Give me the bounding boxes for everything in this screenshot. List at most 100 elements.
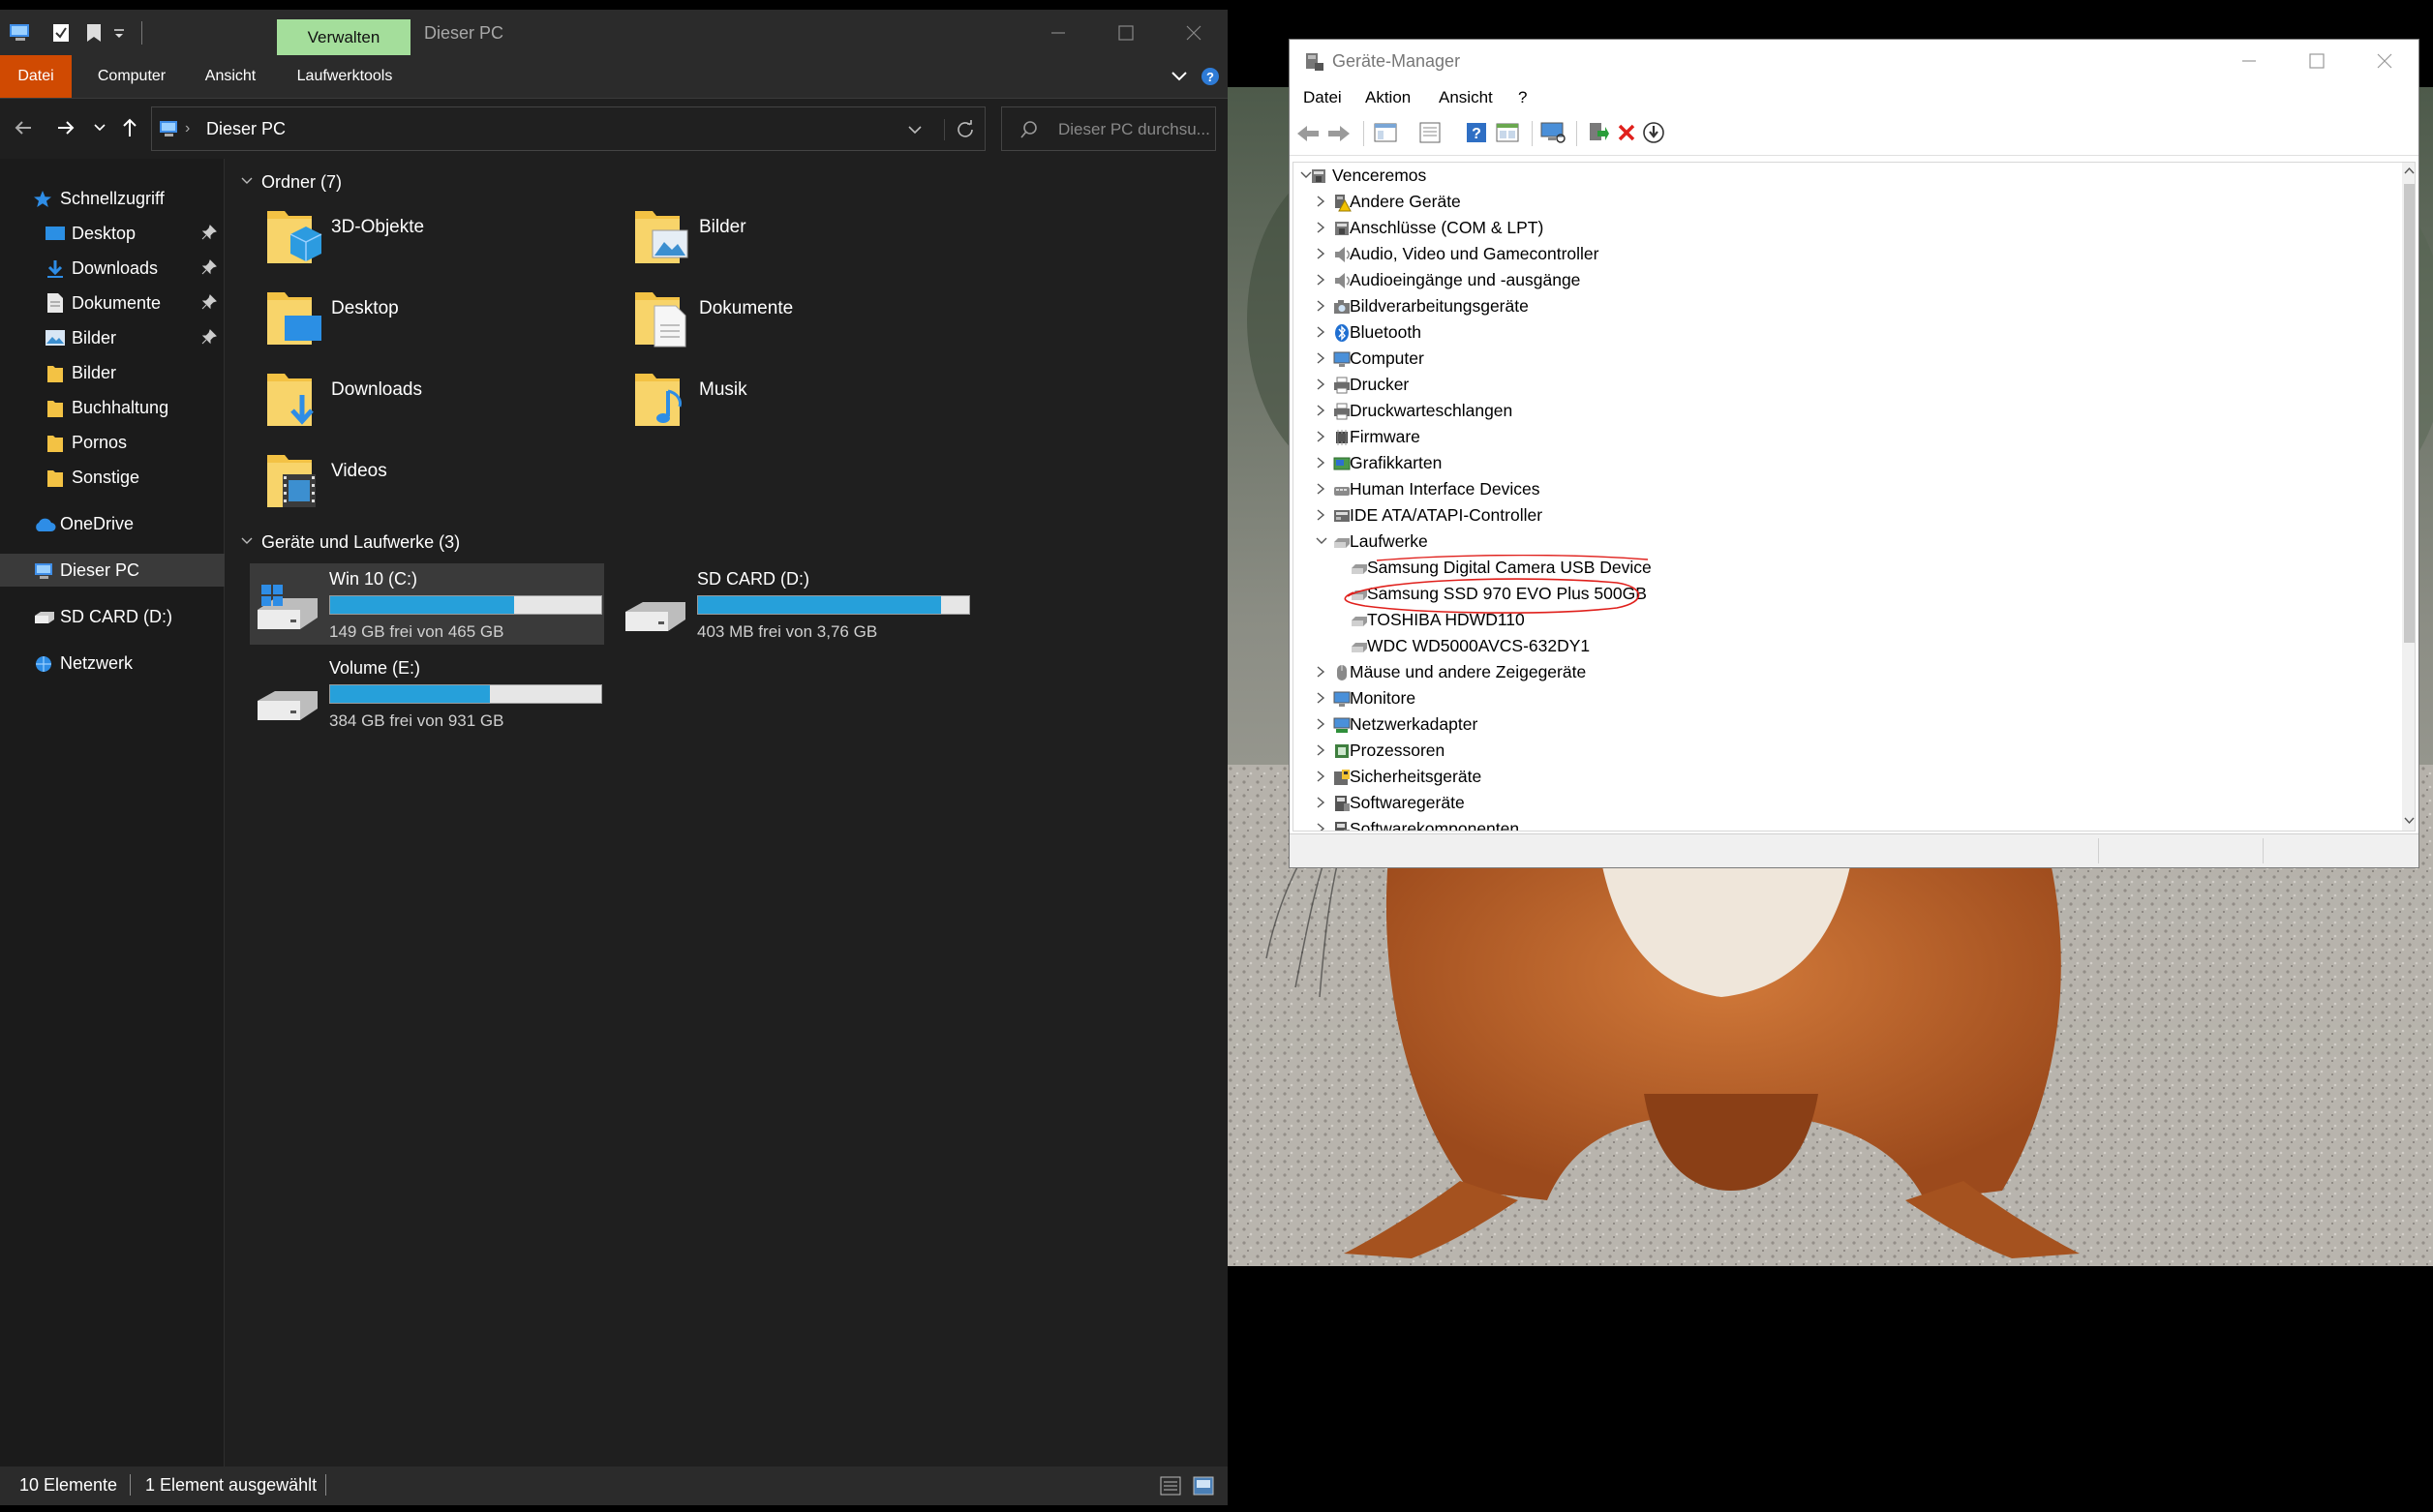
minimize-icon[interactable] <box>2238 51 2260 71</box>
close-icon[interactable] <box>2374 51 2395 71</box>
tree-category-prozessoren[interactable]: Prozessoren <box>1293 738 2397 764</box>
chevron-right-icon[interactable] <box>1315 796 1326 809</box>
back-icon[interactable] <box>1295 123 1321 144</box>
tiles-view-icon[interactable] <box>1193 1476 1214 1496</box>
folder-bilder[interactable]: Bilder <box>631 205 980 283</box>
menu-datei[interactable]: Datei <box>0 55 72 98</box>
menu-aktion[interactable]: Aktion <box>1365 88 1411 107</box>
nav-item-downloads[interactable]: Downloads <box>45 252 219 285</box>
chevron-right-icon[interactable] <box>1315 351 1326 365</box>
tree-category-audio-video-und-gamecontroller[interactable]: Audio, Video und Gamecontroller <box>1293 241 2397 267</box>
drive-win10-c[interactable]: Win 10 (C:) 149 GB frei von 465 GB <box>250 563 604 645</box>
forward-icon[interactable] <box>54 118 77 137</box>
folder-downloads[interactable]: Downloads <box>263 368 612 445</box>
customize-quick-access-icon[interactable] <box>112 27 126 41</box>
chevron-right-icon[interactable] <box>1315 822 1326 831</box>
menu-help[interactable]: ? <box>1518 88 1527 107</box>
folder-videos[interactable]: Videos <box>263 449 612 527</box>
close-icon[interactable] <box>1183 23 1204 43</box>
tree-category-softwaregerate[interactable]: Softwaregeräte <box>1293 790 2397 816</box>
tree-category-bildverarbeitungsgerate[interactable]: Bildverarbeitungsgeräte <box>1293 293 2397 319</box>
back-icon[interactable] <box>12 118 35 137</box>
tree-category-laufwerke[interactable]: Laufwerke <box>1293 529 2397 555</box>
vertical-scrollbar[interactable] <box>2402 163 2415 831</box>
tree-category-bluetooth[interactable]: Bluetooth <box>1293 319 2397 346</box>
nav-item-desktop[interactable]: Desktop <box>45 217 219 250</box>
drive-volume-e[interactable]: Volume (E:) 384 GB frei von 931 GB <box>250 652 604 734</box>
show-hide-console-tree-icon[interactable] <box>1373 121 1398 144</box>
update-driver-icon[interactable] <box>1586 121 1609 144</box>
chevron-right-icon[interactable] <box>1315 247 1326 260</box>
pin-icon[interactable] <box>201 294 217 310</box>
nav-item-bilder[interactable]: Bilder <box>45 356 219 389</box>
details-view-icon[interactable] <box>1160 1476 1181 1496</box>
tree-category-ide-ata-atapi-controller[interactable]: IDE ATA/ATAPI-Controller <box>1293 502 2397 529</box>
chevron-right-icon[interactable] <box>1315 456 1326 469</box>
view-resources-icon[interactable] <box>1495 121 1520 144</box>
chevron-right-icon[interactable] <box>1315 743 1326 757</box>
drive-sd-card-d[interactable]: SD CARD (D:) 403 MB frei von 3,76 GB <box>618 563 972 645</box>
tree-category-andere-gerate[interactable]: Andere Geräte <box>1293 189 2397 215</box>
tree-category-grafikkarten[interactable]: Grafikkarten <box>1293 450 2397 476</box>
chevron-right-icon[interactable] <box>1315 665 1326 679</box>
chevron-right-icon[interactable] <box>1315 221 1326 234</box>
refresh-icon[interactable] <box>956 119 975 138</box>
maximize-icon[interactable] <box>2306 51 2327 71</box>
recent-locations-icon[interactable] <box>93 122 106 134</box>
chevron-right-icon[interactable] <box>1315 717 1326 731</box>
menu-ansicht[interactable]: Ansicht <box>192 55 269 98</box>
nav-item-dokumente[interactable]: Dokumente <box>45 287 219 319</box>
chevron-right-icon[interactable] <box>1315 770 1326 783</box>
menu-computer[interactable]: Computer <box>85 55 178 98</box>
tree-category-sicherheitsgerate[interactable]: Sicherheitsgeräte <box>1293 764 2397 790</box>
tree-category-computer[interactable]: Computer <box>1293 346 2397 372</box>
tree-category-drucker[interactable]: Drucker <box>1293 372 2397 398</box>
tree-category-firmware[interactable]: Firmware <box>1293 424 2397 450</box>
folder-dokumente[interactable]: Dokumente <box>631 287 980 364</box>
help-icon[interactable]: ? <box>1464 121 1489 144</box>
chevron-right-icon[interactable] <box>1315 299 1326 313</box>
forward-icon[interactable] <box>1326 123 1352 144</box>
nav-sd-card[interactable]: SD CARD (D:) <box>33 600 217 633</box>
menu-laufwerktools[interactable]: Laufwerktools <box>287 55 403 98</box>
disable-device-icon[interactable] <box>1642 121 1665 144</box>
scan-hardware-icon[interactable] <box>1539 121 1566 144</box>
new-folder-quick-icon[interactable] <box>85 23 103 43</box>
tree-category-netzwerkadapter[interactable]: Netzwerkadapter <box>1293 711 2397 738</box>
nav-item-buchhaltung[interactable]: Buchhaltung <box>45 391 219 424</box>
tree-category-audioeingange-und-ausgange[interactable]: Audioeingänge und -ausgänge <box>1293 267 2397 293</box>
uninstall-device-icon[interactable] <box>1617 123 1636 142</box>
folder-desktop[interactable]: Desktop <box>263 287 612 364</box>
address-field[interactable]: › Dieser PC <box>151 106 986 151</box>
properties-icon[interactable] <box>1417 121 1443 144</box>
tree-category-anschlusse-com-lpt[interactable]: Anschlüsse (COM & LPT) <box>1293 215 2397 241</box>
chevron-right-icon[interactable] <box>1315 430 1326 443</box>
chevron-right-icon[interactable] <box>1315 508 1326 522</box>
help-icon[interactable]: ? <box>1201 67 1220 86</box>
pin-icon[interactable] <box>201 225 217 240</box>
tree-category-druckwarteschlangen[interactable]: Druckwarteschlangen <box>1293 398 2397 424</box>
menu-ansicht[interactable]: Ansicht <box>1439 88 1493 107</box>
nav-network[interactable]: Netzwerk <box>33 647 217 680</box>
nav-onedrive[interactable]: OneDrive <box>33 507 217 540</box>
folder-musik[interactable]: Musik <box>631 368 980 445</box>
properties-quick-icon[interactable] <box>52 23 70 43</box>
address-dropdown-icon[interactable] <box>907 123 923 136</box>
pin-icon[interactable] <box>201 329 217 345</box>
chevron-right-icon[interactable] <box>1315 273 1326 287</box>
scrollbar-thumb[interactable] <box>2404 184 2415 643</box>
tree-device-toshiba-hdwd110[interactable]: TOSHIBA HDWD110 <box>1293 607 2397 633</box>
expand-ribbon-icon[interactable] <box>1170 69 1189 84</box>
breadcrumb[interactable]: Dieser PC <box>206 119 286 139</box>
chevron-right-icon[interactable] <box>1315 195 1326 208</box>
chevron-right-icon[interactable] <box>1315 691 1326 705</box>
nav-item-pornos[interactable]: Pornos <box>45 426 219 459</box>
chevron-right-icon[interactable] <box>1315 378 1326 391</box>
folder-3d-objekte[interactable]: 3D-Objekte <box>263 205 612 283</box>
maximize-icon[interactable] <box>1115 23 1137 43</box>
nav-item-bilder-pinned[interactable]: Bilder <box>45 321 219 354</box>
chevron-right-icon[interactable] <box>1315 482 1326 496</box>
chevron-right-icon[interactable] <box>1315 404 1326 417</box>
tree-device-samsung-ssd-970-evo-plus-500gb[interactable]: Samsung SSD 970 EVO Plus 500GB <box>1293 578 2397 614</box>
scroll-down-icon[interactable] <box>2404 817 2415 825</box>
